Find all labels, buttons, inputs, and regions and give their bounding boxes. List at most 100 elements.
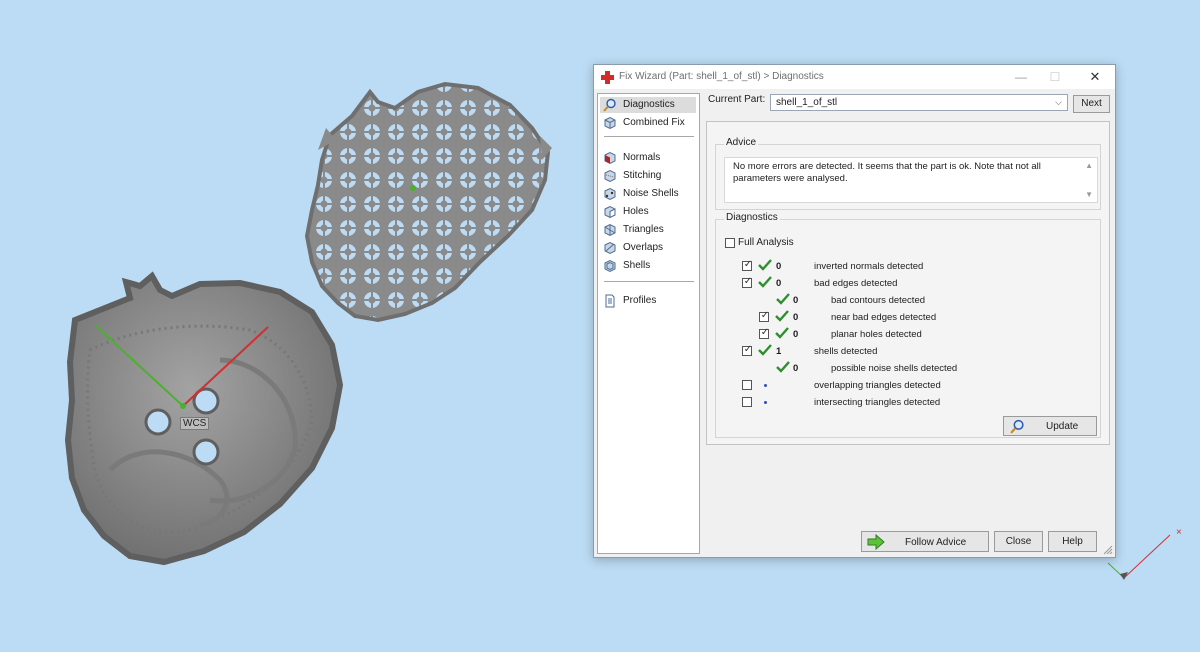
row-label: bad edges detected — [814, 278, 898, 289]
nav-item-normals[interactable]: Normals — [600, 150, 696, 166]
dialog-titlebar[interactable]: Fix Wizard (Part: shell_1_of_stl) > Diag… — [594, 65, 1115, 89]
row-label: possible noise shells detected — [831, 363, 958, 374]
row-label: inverted normals detected — [814, 261, 924, 272]
nav-divider — [604, 281, 694, 282]
full-analysis-checkbox[interactable] — [725, 238, 735, 248]
bad-edges-checkbox[interactable]: ✓ — [742, 276, 752, 288]
green-check-icon — [758, 276, 772, 288]
scroll-up-icon[interactable]: ▲ — [1085, 161, 1093, 170]
diagnostics-group: Diagnostics Full Analysis ✓ 0 inverted n… — [715, 212, 1101, 438]
not-run-dot-icon — [764, 384, 767, 387]
help-button[interactable]: Help — [1048, 531, 1097, 552]
current-part-label: Current Part: — [708, 94, 766, 105]
green-check-icon — [775, 310, 789, 322]
row-count: 0 — [793, 329, 799, 340]
follow-advice-button[interactable]: Follow Advice — [861, 531, 989, 552]
next-button[interactable]: Next — [1073, 95, 1110, 113]
green-check-icon — [776, 293, 790, 305]
nav-item-noise-shells[interactable]: Noise Shells — [600, 186, 696, 202]
triangles-cube-icon — [604, 223, 616, 237]
update-label: Update — [1046, 421, 1079, 432]
chevron-down-icon: ⌵ — [1055, 97, 1062, 107]
scroll-down-icon[interactable]: ▼ — [1085, 190, 1093, 199]
fix-wizard-dialog: Fix Wizard (Part: shell_1_of_stl) > Diag… — [593, 64, 1116, 558]
row-label: planar holes detected — [831, 329, 922, 340]
nav-item-holes[interactable]: Holes — [600, 204, 696, 220]
green-arrow-icon — [867, 534, 885, 550]
stitching-cube-icon — [604, 169, 616, 183]
nav-label: Combined Fix — [623, 117, 685, 128]
holes-cube-icon — [604, 205, 616, 219]
update-button[interactable]: Update — [1003, 416, 1097, 436]
intersecting-triangles-checkbox[interactable] — [742, 397, 752, 407]
nav-item-triangles[interactable]: Triangles — [600, 222, 696, 238]
noise-shells-icon — [604, 187, 616, 201]
nav-label: Stitching — [623, 170, 662, 181]
wcs-label: WCS — [180, 417, 210, 430]
red-cross-icon — [601, 71, 614, 84]
row-label: bad contours detected — [831, 295, 926, 306]
lattice-part[interactable] — [304, 81, 552, 323]
green-check-icon — [758, 259, 772, 271]
full-analysis-label: Full Analysis — [738, 237, 794, 248]
row-label: near bad edges detected — [831, 312, 937, 323]
row-label: overlapping triangles detected — [814, 380, 941, 391]
minimize-button[interactable]: — — [1004, 65, 1038, 89]
near-bad-edges-checkbox[interactable]: ✓ — [759, 310, 769, 322]
nav-item-profiles[interactable]: Profiles — [600, 293, 696, 309]
row-label: intersecting triangles detected — [814, 397, 941, 408]
row-count: 0 — [793, 363, 799, 374]
wizard-nav-panel: Diagnostics Combined Fix Normals Stitchi… — [597, 93, 700, 554]
overlapping-triangles-checkbox[interactable] — [742, 380, 752, 390]
nav-item-shells[interactable]: Shells — [600, 258, 696, 274]
cube-icon — [604, 116, 616, 130]
shells-cube-icon — [604, 259, 616, 273]
advice-group: Advice No more errors are detected. It s… — [715, 137, 1101, 210]
advice-text: No more errors are detected. It seems th… — [733, 161, 1041, 184]
magnifier-icon — [1010, 419, 1024, 434]
diagnostics-page: Advice No more errors are detected. It s… — [706, 121, 1110, 445]
green-check-icon — [776, 361, 790, 373]
nav-item-diagnostics[interactable]: Diagnostics — [600, 97, 696, 113]
advice-title: Advice — [724, 137, 759, 148]
nav-item-overlaps[interactable]: Overlaps — [600, 240, 696, 256]
normals-cube-icon — [604, 151, 616, 165]
document-icon — [605, 294, 615, 308]
inverted-normals-checkbox[interactable]: ✓ — [742, 259, 752, 271]
svg-text:×: × — [1176, 527, 1182, 538]
row-count: 0 — [776, 261, 782, 272]
planar-holes-checkbox[interactable]: ✓ — [759, 327, 769, 339]
close-button[interactable]: Close — [994, 531, 1043, 552]
row-count: 0 — [793, 295, 799, 306]
nav-item-combined-fix[interactable]: Combined Fix — [600, 115, 696, 131]
nav-label: Noise Shells — [623, 188, 679, 199]
follow-advice-label: Follow Advice — [905, 537, 967, 548]
row-label: shells detected — [814, 346, 878, 357]
magnifier-icon — [603, 98, 616, 112]
nav-label: Profiles — [623, 295, 657, 306]
close-window-button[interactable]: ✕ — [1078, 65, 1112, 89]
dialog-title: Fix Wizard (Part: shell_1_of_stl) > Diag… — [619, 71, 824, 82]
green-check-icon — [758, 344, 772, 356]
nav-label: Diagnostics — [623, 99, 675, 110]
axis-triad: × — [1107, 527, 1182, 580]
current-part-select[interactable]: shell_1_of_stl ⌵ — [770, 94, 1068, 111]
resize-grip-icon[interactable] — [1103, 545, 1113, 555]
nav-label: Triangles — [623, 224, 664, 235]
row-count: 0 — [793, 312, 799, 323]
overlaps-cube-icon — [604, 241, 616, 255]
green-check-icon — [775, 327, 789, 339]
shells-checkbox[interactable]: ✓ — [742, 344, 752, 356]
not-run-dot-icon — [764, 401, 767, 404]
row-count: 0 — [776, 278, 782, 289]
advice-textbox[interactable]: No more errors are detected. It seems th… — [724, 157, 1098, 203]
maximize-button[interactable]: ☐ — [1038, 65, 1072, 89]
diagnostics-title: Diagnostics — [724, 212, 780, 223]
nav-item-stitching[interactable]: Stitching — [600, 168, 696, 184]
nav-label: Shells — [623, 260, 651, 271]
nav-label: Overlaps — [623, 242, 664, 253]
row-count: 1 — [776, 346, 782, 357]
current-part-value: shell_1_of_stl — [776, 97, 838, 108]
nav-label: Holes — [623, 206, 649, 217]
nav-label: Normals — [623, 152, 661, 163]
